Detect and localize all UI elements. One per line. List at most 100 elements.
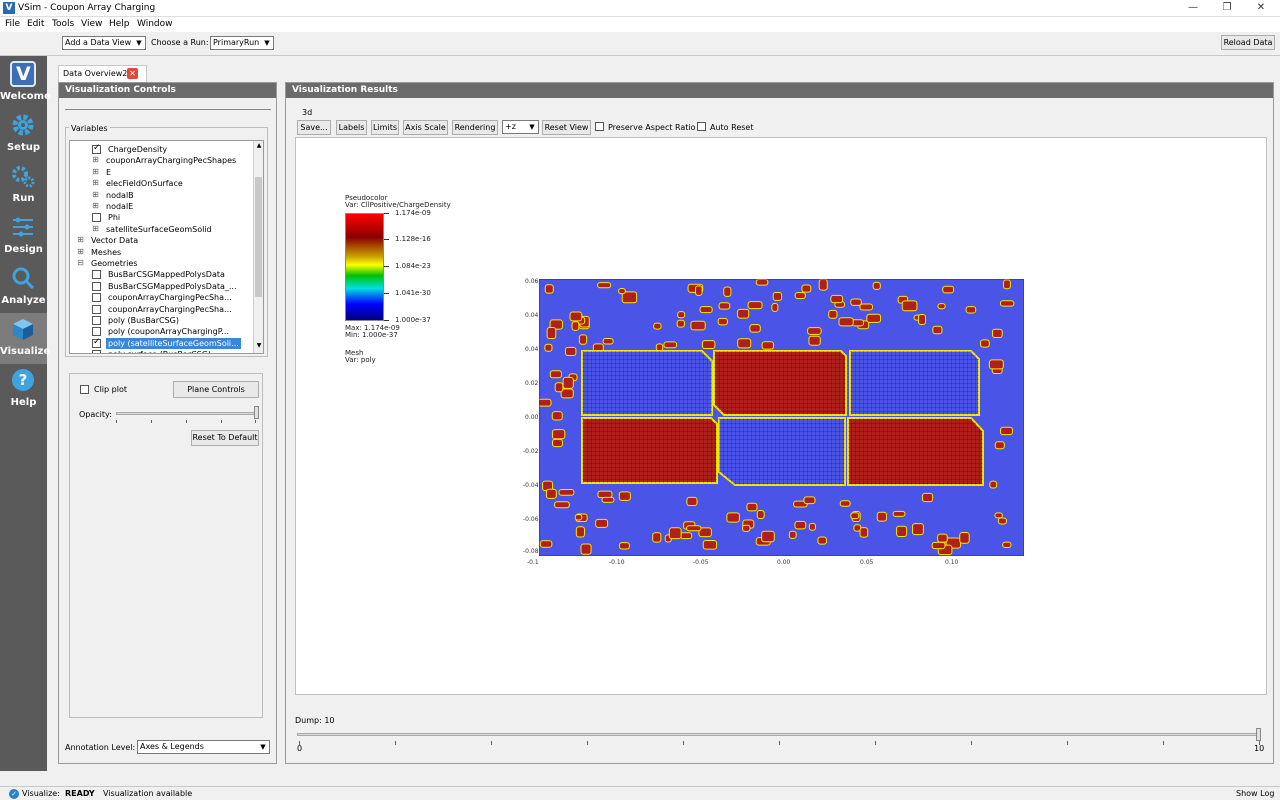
rendering-button[interactable]: Rendering (452, 120, 498, 135)
opacity-slider[interactable] (116, 412, 256, 415)
charge-speckle (727, 513, 739, 522)
expand-icon[interactable]: ⊞ (91, 224, 100, 234)
preserve-aspect-label: Preserve Aspect Ratio (608, 123, 696, 132)
tree-item[interactable]: ⊞ Vector Data (70, 235, 254, 246)
reset-view-button[interactable]: Reset View (542, 120, 591, 135)
tree-item-label: Phi (108, 213, 121, 223)
y-tick: 0.04 (525, 312, 539, 319)
tree-item-checkbox[interactable] (92, 143, 101, 154)
tree-item[interactable]: couponArrayChargingPecSha... (70, 292, 254, 303)
sidebar-item-welcome[interactable]: V Welcome (0, 58, 51, 109)
tree-item[interactable]: ⊞ couponArrayChargingPecShapes (70, 155, 254, 166)
tree-item[interactable]: ⊞ E (70, 167, 254, 178)
scroll-thumb[interactable] (255, 177, 262, 297)
sidebar-item-design[interactable]: Design (0, 211, 47, 262)
x-tick: -0.10 (609, 559, 625, 566)
expand-icon[interactable]: ⊞ (91, 202, 100, 211)
tree-item[interactable]: BusBarCSGMappedPolysData (70, 269, 254, 280)
tree-item[interactable]: ⊞ nodalE (70, 201, 254, 212)
plane-controls-button[interactable]: Plane Controls (173, 381, 259, 398)
menu-tools[interactable]: Tools (52, 19, 74, 29)
variables-tree[interactable]: ChargeDensity ⊞ couponArrayChargingPecShap… (69, 140, 264, 354)
tree-item-checkbox[interactable] (92, 350, 101, 353)
minimize-button[interactable]: — (1176, 0, 1210, 17)
opacity-label: Opacity: (79, 410, 112, 419)
tree-item-checkbox[interactable] (92, 281, 101, 291)
tree-item[interactable]: ⊟ Geometries (70, 258, 254, 269)
maximize-button[interactable]: ❐ (1210, 0, 1244, 17)
charge-speckle (677, 320, 684, 327)
dump-slider-tick (779, 741, 780, 745)
tree-item[interactable]: poly (BusBarCSG) (70, 315, 254, 326)
tree-item[interactable]: Phi (70, 212, 254, 223)
auto-reset-checkbox[interactable] (697, 122, 706, 131)
opacity-slider-handle[interactable] (254, 406, 259, 419)
expand-icon[interactable]: ⊞ (76, 236, 85, 245)
close-tab-icon[interactable]: ✕ (127, 68, 138, 79)
view-axis-value: +z (505, 122, 516, 131)
show-log-button[interactable]: Show Log (1236, 789, 1274, 798)
add-data-view-dropdown[interactable]: Add a Data View ▼ (62, 36, 146, 50)
tree-item[interactable]: ⊞ Meshes (70, 247, 254, 258)
tree-item[interactable]: ⊞ satelliteSurfaceGeomSolid (70, 224, 254, 235)
sidebar-item-help[interactable]: ? Help (0, 364, 47, 415)
charge-speckle (762, 342, 774, 349)
view-axis-select[interactable]: +z ▼ (502, 120, 539, 134)
axis-scale-button[interactable]: Axis Scale (403, 120, 448, 135)
tree-scrollbar[interactable]: ▲ ▼ (253, 141, 263, 353)
sidebar-item-visualize[interactable]: Visualize (0, 313, 50, 364)
scroll-down-icon[interactable]: ▼ (254, 341, 264, 351)
expand-icon[interactable]: ⊞ (91, 179, 100, 188)
tree-item[interactable]: poly surface (BusBarCSG) (70, 349, 254, 353)
limits-button[interactable]: Limits (371, 120, 399, 135)
labels-button[interactable]: Labels (336, 120, 367, 135)
expand-icon[interactable]: ⊞ (91, 156, 100, 165)
menu-view[interactable]: View (81, 19, 102, 29)
save-button[interactable]: Save... (297, 120, 331, 135)
menu-file[interactable]: File (5, 19, 20, 29)
annotation-level-select[interactable]: Axes & Legends ▼ (137, 740, 270, 754)
reset-to-default-button[interactable]: Reset To Default (191, 430, 259, 446)
tab-data-overview2[interactable]: Data Overview2 ✕ (58, 65, 147, 82)
charge-speckle (552, 412, 562, 420)
clip-plot-checkbox[interactable] (80, 385, 89, 394)
menu-edit[interactable]: Edit (27, 19, 44, 29)
charge-speckle (922, 493, 933, 502)
sidebar-item-setup[interactable]: Setup (0, 109, 47, 160)
run-select[interactable]: PrimaryRun ▼ (210, 36, 274, 50)
preserve-aspect-checkbox[interactable] (595, 122, 604, 131)
dump-slider-tick (971, 741, 972, 745)
charge-speckle (669, 528, 681, 539)
collapse-icon[interactable]: ⊟ (76, 259, 85, 268)
sidebar-item-analyze[interactable]: Analyze (0, 262, 47, 313)
scroll-up-icon[interactable]: ▲ (254, 141, 264, 151)
tree-item-checkbox[interactable] (92, 327, 101, 337)
close-window-button[interactable]: ✕ (1244, 0, 1278, 17)
expand-icon[interactable]: ⊞ (91, 190, 100, 200)
sidebar-item-run[interactable]: Run (0, 160, 47, 211)
visualization-canvas[interactable]: Pseudocolor Var: CllPositive/ChargeDensi… (295, 137, 1267, 695)
charge-speckle (819, 279, 827, 290)
tree-item[interactable]: ChargeDensity (70, 143, 254, 155)
tree-item-checkbox[interactable] (92, 337, 101, 348)
tree-item-checkbox[interactable] (92, 316, 101, 325)
tree-item[interactable]: BusBarCSGMappedPolysData_... (70, 281, 254, 292)
tree-item[interactable]: poly (couponArrayChargingP... (70, 326, 254, 337)
tree-item[interactable]: ⊞ nodalB (70, 190, 254, 201)
charge-speckle (938, 304, 945, 309)
tree-item-checkbox[interactable] (92, 304, 101, 314)
tree-item-checkbox[interactable] (92, 270, 101, 280)
reload-data-button[interactable]: Reload Data (1221, 35, 1275, 50)
dump-slider[interactable] (297, 733, 1261, 736)
tree-item[interactable]: couponArrayChargingPecSha... (70, 304, 254, 315)
menu-window[interactable]: Window (137, 19, 173, 29)
tree-item[interactable]: poly (satelliteSurfaceGeomSoli... (70, 337, 254, 349)
dump-slider-handle[interactable] (1256, 728, 1261, 741)
menu-help[interactable]: Help (109, 19, 130, 29)
tree-item-checkbox[interactable] (92, 293, 101, 303)
charge-speckle (750, 325, 760, 332)
tree-item[interactable]: ⊞ elecFieldOnSurface (70, 178, 254, 189)
expand-icon[interactable]: ⊞ (76, 247, 85, 257)
tree-item-checkbox[interactable] (92, 213, 101, 223)
expand-icon[interactable]: ⊞ (91, 167, 100, 177)
